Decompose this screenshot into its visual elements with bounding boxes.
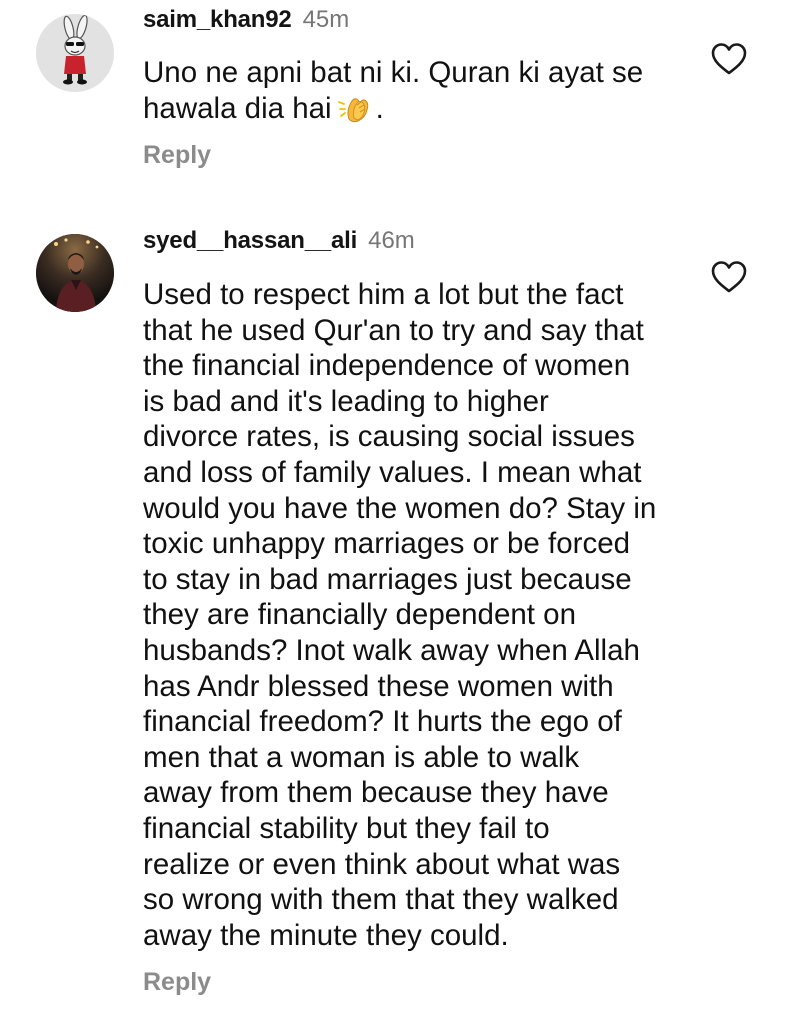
comment-line: away the minute they could. (143, 918, 509, 952)
comment-line: men that a woman is able to walk (143, 740, 580, 774)
comment-line: husbands? Inot walk away when Allah (143, 633, 640, 667)
reply-button[interactable]: Reply (143, 141, 211, 170)
comment-line: hawala dia hai (143, 91, 332, 125)
like-button[interactable] (710, 260, 748, 294)
comment-line-with-emoji: hawala dia hai . (143, 91, 688, 127)
comment-line: toxic unhappy marriages or be forced (143, 527, 631, 561)
comment-header: saim_khan92 45m (143, 6, 349, 42)
comment-header: syed__hassan__ali 46m (143, 227, 415, 263)
rabbit-avatar-image (36, 14, 114, 92)
comment-text: Used to respect him a lot but the fact t… (143, 277, 688, 953)
comment-line: is bad and it's leading to higher (143, 384, 549, 418)
comment-line: would you have the women do? Stay in (143, 491, 657, 525)
comment-line: financial freedom? It hurts the ego of (143, 705, 622, 739)
comment-line: that he used Qur'an to try and say that (143, 313, 644, 347)
comment-line: Uno ne apni bat ni ki. Quran ki ayat se (143, 56, 644, 89)
comment-line: away from them because they have (143, 776, 609, 810)
profile-photo-image (36, 234, 114, 312)
timestamp: 46m (368, 227, 415, 254)
username[interactable]: syed__hassan__ali (143, 227, 357, 255)
like-button[interactable] (710, 42, 748, 76)
comment-line: . (375, 91, 384, 125)
heart-outline-icon (711, 43, 747, 75)
comment-line: to stay in bad marriages just because (143, 562, 632, 596)
comment-line: financial stability but they fail to (143, 811, 550, 845)
comment-line: so wrong with them that they walked (143, 883, 619, 917)
comment-line: divorce rates, is causing social issues (143, 420, 635, 454)
comment-line: they are financially dependent on (143, 598, 576, 632)
comment-line: the financial independence of women (143, 349, 631, 383)
clapping-hands-icon (337, 97, 368, 122)
reply-button[interactable]: Reply (143, 968, 211, 997)
username[interactable]: saim_khan92 (143, 6, 292, 34)
heart-outline-icon (711, 261, 747, 293)
comment-line: realize or even think about what was (143, 847, 621, 881)
timestamp: 45m (302, 6, 350, 33)
comment-text: Uno ne apni bat ni ki. Quran ki ayat se … (143, 55, 688, 126)
comment-line: Used to respect him a lot but the fact (143, 278, 624, 311)
avatar[interactable] (36, 14, 114, 92)
comment-line: and loss of family values. I mean what (143, 455, 642, 489)
comment-line: has Andr blessed these women with (143, 669, 614, 703)
avatar[interactable] (36, 234, 114, 312)
